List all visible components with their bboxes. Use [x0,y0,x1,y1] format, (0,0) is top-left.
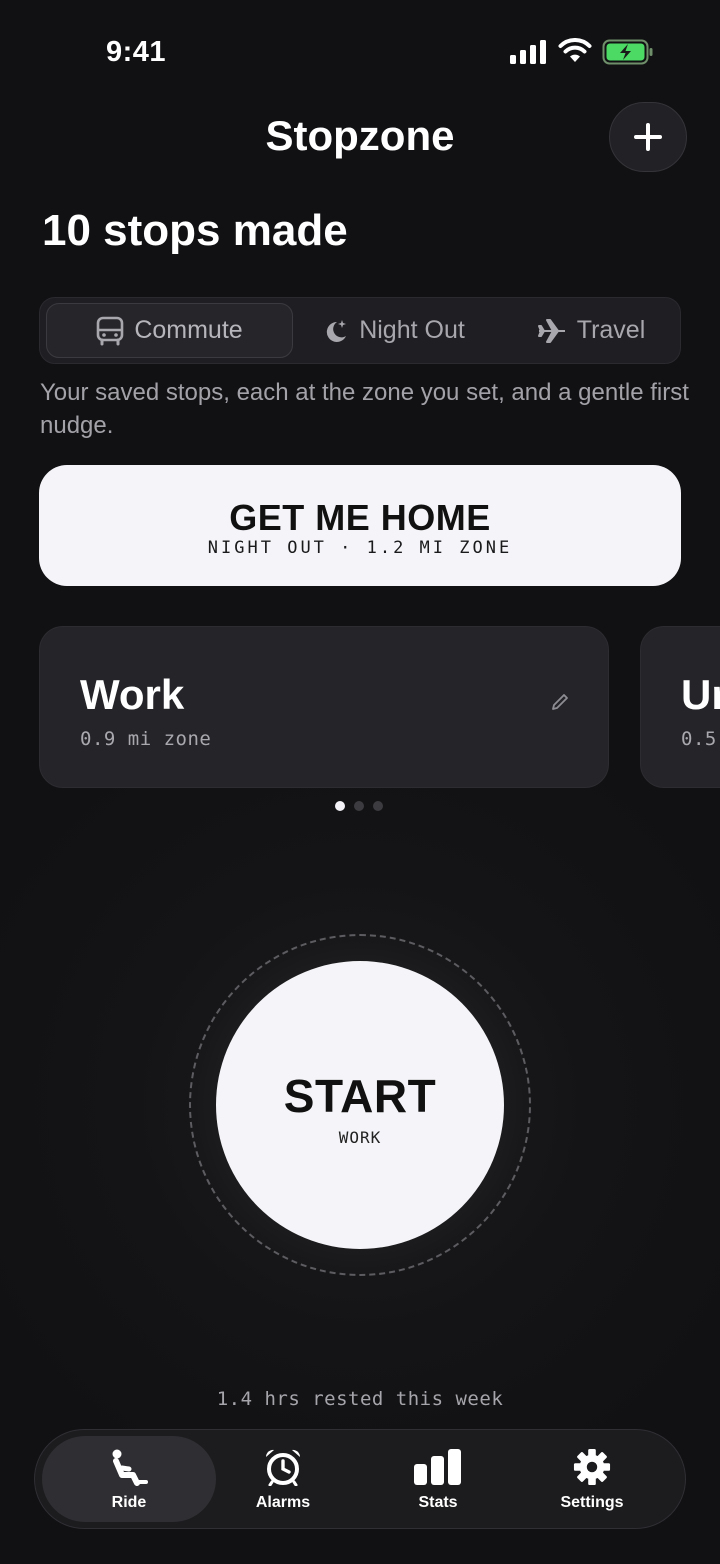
airplane-icon [537,318,565,343]
tab-label: Alarms [255,1494,311,1511]
tab-ride[interactable]: Ride [42,1436,216,1522]
description-text: Your saved stops, each at the zone you s… [40,379,689,439]
app-screen: 9:41 Stopzone 10 stops made Commute Nigh… [0,0,720,1564]
tab-settings[interactable]: Settings [505,1436,679,1522]
seat-person-icon [112,1449,148,1486]
cellular-signal-icon [510,40,546,64]
rested-summary: 1.4 hrs rested this week [216,1388,504,1410]
tab-label: Ride [111,1494,147,1511]
page-dot[interactable] [373,801,383,811]
mode-tab-travel[interactable]: Travel [506,303,676,358]
bar-chart-icon [414,1449,461,1485]
plus-icon [634,123,662,151]
page-dot[interactable] [335,801,345,811]
wifi-icon [558,38,592,62]
start-button[interactable]: START WORK [216,961,504,1249]
get-me-home-button[interactable]: GET ME HOME NIGHT OUT · 1.2 MI ZONE [39,465,681,586]
stop-card-next[interactable]: Un 0.5 [640,626,720,788]
gear-icon [573,1448,611,1486]
page-indicator [335,801,383,811]
stop-name: Work [80,671,185,718]
mode-label: Commute [134,316,243,344]
mode-tab-commute[interactable]: Commute [46,303,293,358]
stop-zone: 0.9 mi zone [80,728,212,750]
get-me-home-subtitle: NIGHT OUT · 1.2 MI ZONE [207,538,513,558]
battery-charging-icon [602,39,653,65]
get-me-home-title: GET ME HOME [229,497,491,538]
start-stop-name: WORK [338,1128,382,1147]
add-stop-button[interactable] [609,102,687,172]
stops-count: 10 stops made [42,206,348,255]
tab-label: Stats [418,1494,458,1511]
bus-icon [97,316,124,345]
tab-label: Settings [560,1494,624,1511]
stop-zone: 0.5 [681,728,717,750]
start-label: START [283,1070,437,1122]
stop-name: Un [681,671,720,718]
pencil-icon[interactable] [549,691,571,713]
moon-stars-icon [327,319,347,342]
status-time: 9:41 [106,36,167,68]
mode-label: Travel [576,316,646,344]
tab-alarms[interactable]: Alarms [196,1436,370,1522]
alarm-clock-icon [265,1449,301,1486]
tab-stats[interactable]: Stats [351,1436,525,1522]
page-dot[interactable] [354,801,364,811]
status-bar: 9:41 [0,0,720,100]
stop-card-work[interactable]: Work 0.9 mi zone [39,626,609,788]
mode-tab-night-out[interactable]: Night Out [294,303,494,358]
mode-label: Night Out [359,316,465,344]
mode-selector: Commute Night Out Travel [39,297,681,364]
tab-bar: Ride Alarms Stats Settings [34,1429,686,1529]
